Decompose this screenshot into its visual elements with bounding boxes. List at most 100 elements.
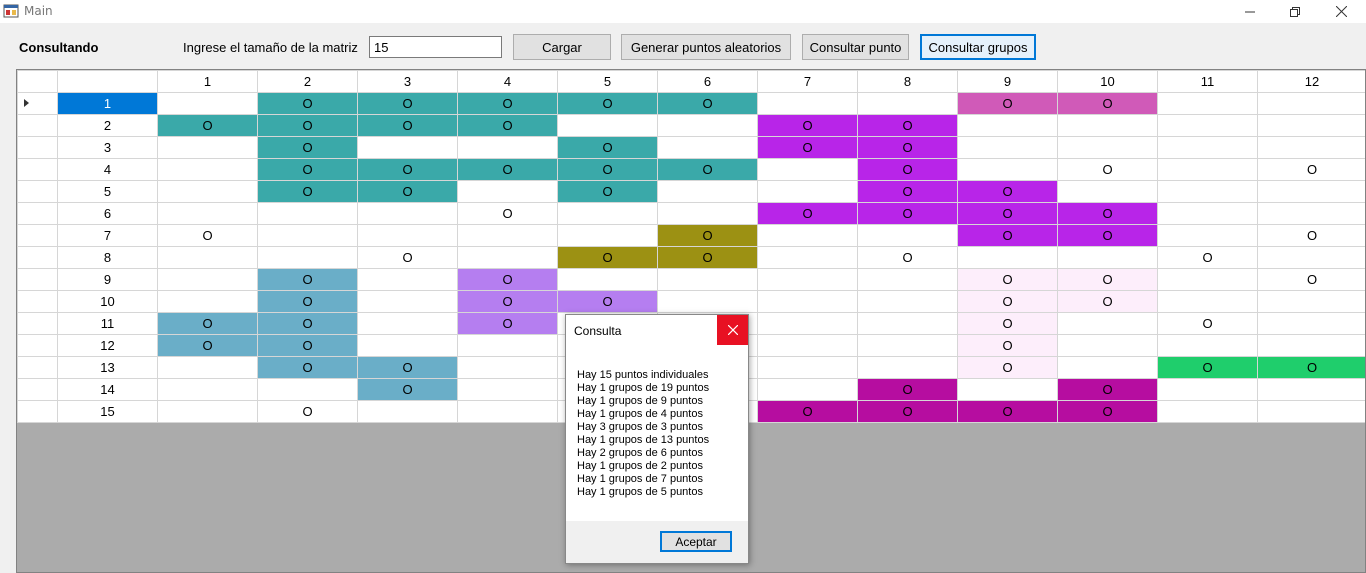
grid-cell[interactable] (1257, 334, 1365, 357)
grid-cell[interactable] (657, 114, 758, 137)
grid-cell[interactable] (257, 246, 358, 269)
row-header[interactable] (17, 180, 58, 203)
table-row[interactable]: 8 O OO O O (17, 246, 1365, 269)
column-header[interactable]: 11 (1157, 70, 1258, 93)
grid-cell[interactable] (757, 356, 858, 379)
grid-cell[interactable] (157, 378, 258, 401)
grid-cell[interactable]: O (857, 202, 958, 225)
grid-cell[interactable]: O (557, 136, 658, 159)
grid-cell[interactable] (857, 312, 958, 335)
grid-cell[interactable] (1157, 334, 1258, 357)
grid-cell[interactable]: O (1057, 400, 1158, 423)
grid-cell[interactable]: O (757, 114, 858, 137)
grid-cell[interactable] (1257, 202, 1365, 225)
column-header[interactable]: 10 (1057, 70, 1158, 93)
grid-cell[interactable] (857, 92, 958, 115)
row-header[interactable] (17, 202, 58, 225)
grid-cell[interactable] (757, 92, 858, 115)
grid-cell[interactable]: O (857, 158, 958, 181)
grid-cell[interactable]: O (257, 158, 358, 181)
grid-cell[interactable]: O (357, 158, 458, 181)
grid-cell[interactable]: O (357, 92, 458, 115)
grid-cell[interactable] (257, 224, 358, 247)
grid-corner[interactable] (17, 70, 58, 93)
row-number-cell[interactable]: 10 (57, 290, 158, 313)
grid-cell[interactable] (1157, 180, 1258, 203)
grid-cell[interactable]: O (1057, 92, 1158, 115)
grid-cell[interactable] (657, 202, 758, 225)
grid-cell[interactable]: O (257, 114, 358, 137)
grid-cell[interactable]: O (1257, 356, 1365, 379)
grid-cell[interactable] (457, 378, 558, 401)
grid-cell[interactable] (857, 334, 958, 357)
grid-cell[interactable]: O (257, 92, 358, 115)
row-number-cell[interactable]: 3 (57, 136, 158, 159)
grid-cell[interactable] (957, 114, 1058, 137)
grid-cell[interactable] (757, 268, 858, 291)
grid-cell[interactable]: O (357, 356, 458, 379)
grid-cell[interactable] (157, 180, 258, 203)
grid-cell[interactable]: O (457, 290, 558, 313)
grid-cell[interactable] (757, 246, 858, 269)
row-header[interactable] (17, 312, 58, 335)
grid-cell[interactable] (457, 356, 558, 379)
grid-cell[interactable] (857, 356, 958, 379)
grid-cell[interactable] (1057, 312, 1158, 335)
grid-cell[interactable]: O (1157, 246, 1258, 269)
row-header[interactable] (17, 114, 58, 137)
grid-cell[interactable] (657, 180, 758, 203)
grid-cell[interactable] (1157, 158, 1258, 181)
row-number-cell[interactable]: 12 (57, 334, 158, 357)
query-point-button[interactable]: Consultar punto (802, 34, 909, 60)
row-header[interactable] (17, 268, 58, 291)
grid-cell[interactable] (757, 180, 858, 203)
grid-cell[interactable]: O (457, 114, 558, 137)
grid-cell[interactable] (457, 334, 558, 357)
grid-cell[interactable] (157, 400, 258, 423)
grid-cell[interactable] (1157, 378, 1258, 401)
close-button[interactable] (1318, 0, 1364, 23)
column-header[interactable]: 5 (557, 70, 658, 93)
grid-cell[interactable] (957, 136, 1058, 159)
row-header[interactable] (17, 400, 58, 423)
row-number-cell[interactable]: 6 (57, 202, 158, 225)
table-row[interactable]: 5 OO O OO (17, 180, 1365, 203)
grid-cell[interactable]: O (957, 356, 1058, 379)
table-row[interactable]: 4 OOOOO O O O (17, 158, 1365, 181)
grid-cell[interactable]: O (557, 246, 658, 269)
grid-cell[interactable] (1157, 202, 1258, 225)
grid-cell[interactable]: O (257, 312, 358, 335)
grid-cell[interactable] (357, 202, 458, 225)
table-row[interactable]: 2OOOO OO (17, 114, 1365, 137)
grid-cell[interactable] (757, 312, 858, 335)
grid-cell[interactable]: O (557, 180, 658, 203)
grid-cell[interactable] (357, 312, 458, 335)
grid-cell[interactable]: O (857, 136, 958, 159)
grid-cell[interactable] (1157, 224, 1258, 247)
grid-cell[interactable] (1057, 180, 1158, 203)
grid-cell[interactable] (657, 136, 758, 159)
grid-cell[interactable]: O (1057, 268, 1158, 291)
grid-cell[interactable]: O (857, 400, 958, 423)
grid-cell[interactable] (157, 92, 258, 115)
grid-cell[interactable]: O (757, 400, 858, 423)
grid-cell[interactable]: O (457, 268, 558, 291)
grid-cell[interactable]: O (957, 92, 1058, 115)
grid-cell[interactable]: O (957, 180, 1058, 203)
row-number-cell[interactable]: 7 (57, 224, 158, 247)
grid-cell[interactable] (357, 290, 458, 313)
grid-cell[interactable]: O (757, 202, 858, 225)
grid-cell[interactable]: O (657, 246, 758, 269)
grid-cell[interactable]: O (557, 92, 658, 115)
grid-cell[interactable]: O (1057, 378, 1158, 401)
grid-cell[interactable]: O (957, 334, 1058, 357)
column-header[interactable]: 7 (757, 70, 858, 93)
grid-cell[interactable]: O (657, 92, 758, 115)
grid-cell[interactable] (1257, 180, 1365, 203)
grid-cell[interactable] (557, 202, 658, 225)
column-header[interactable] (57, 70, 158, 93)
grid-cell[interactable] (457, 136, 558, 159)
grid-cell[interactable] (757, 334, 858, 357)
grid-cell[interactable]: O (257, 136, 358, 159)
grid-cell[interactable] (1157, 290, 1258, 313)
